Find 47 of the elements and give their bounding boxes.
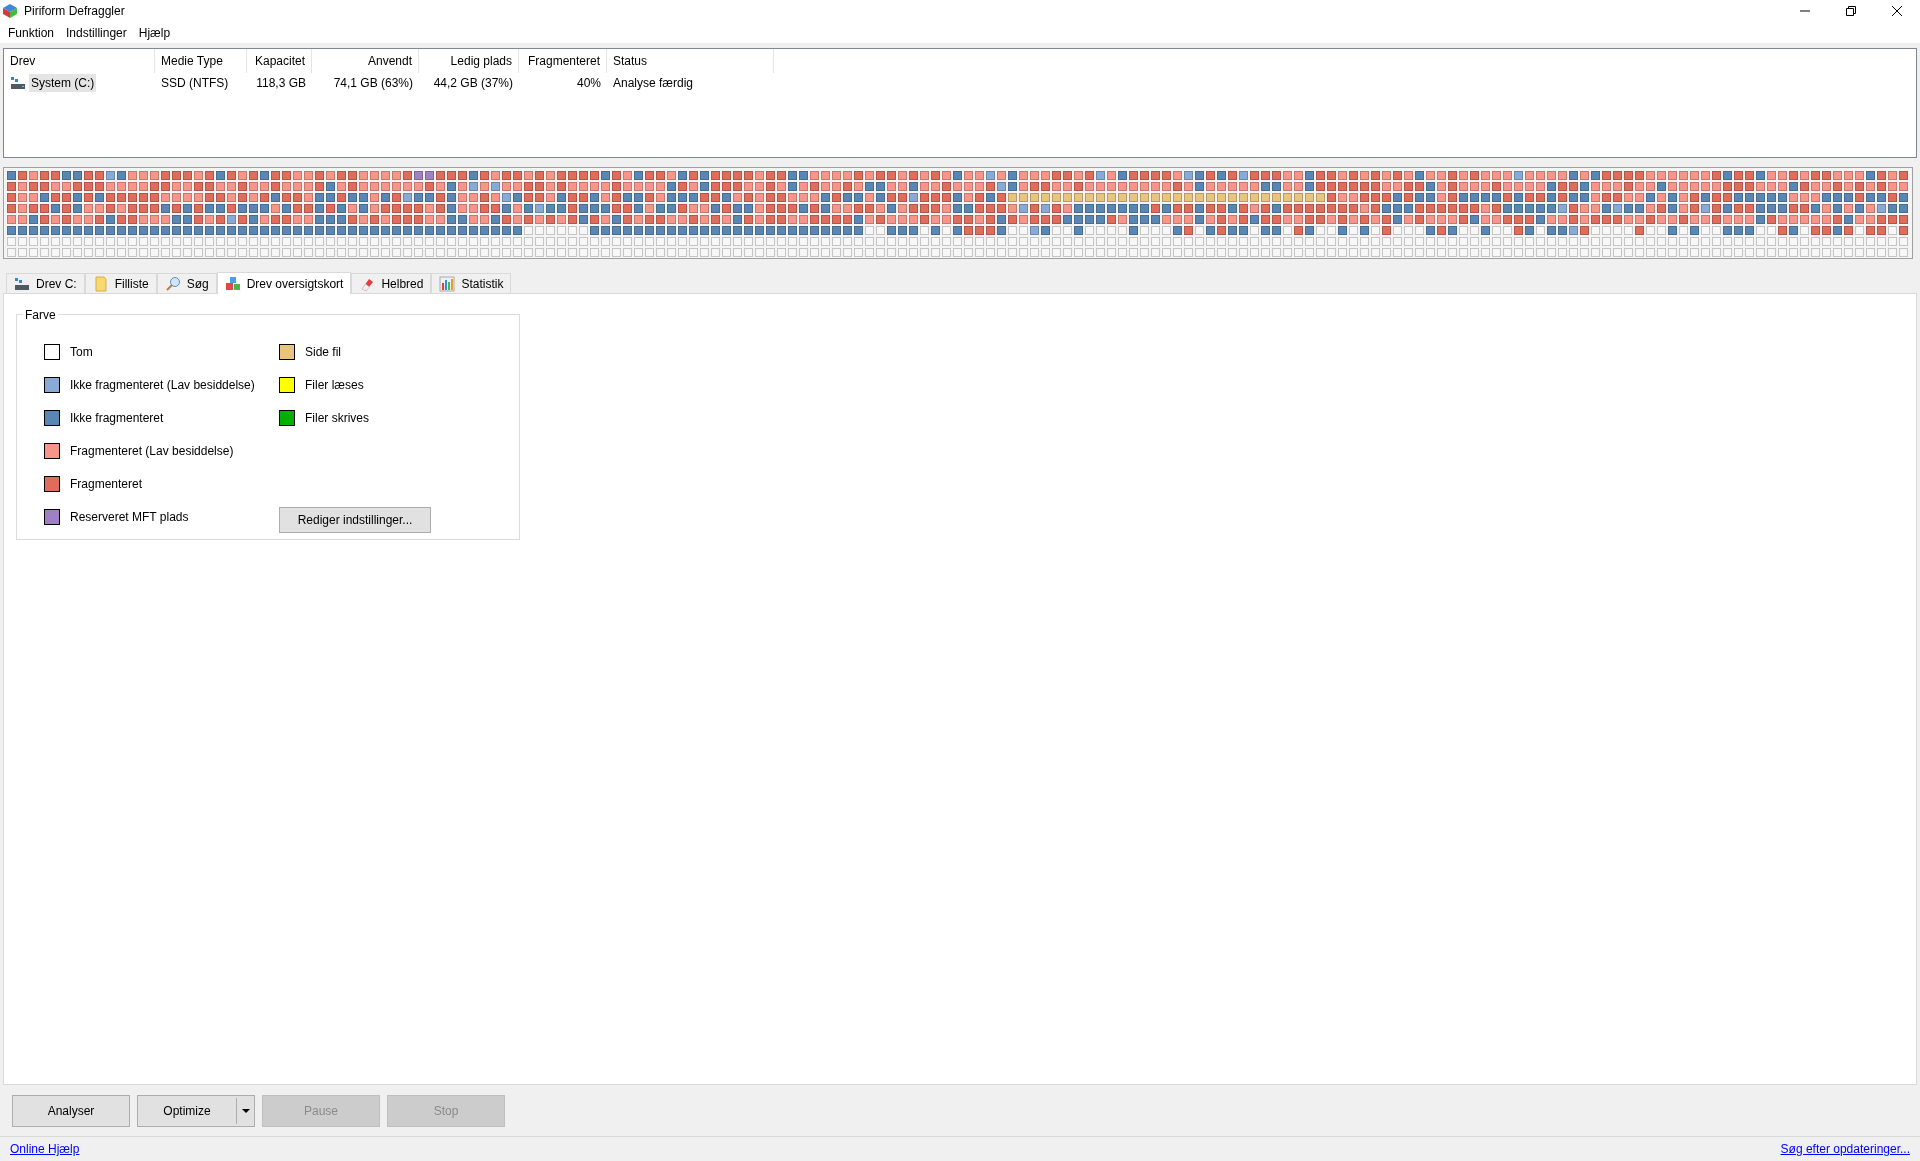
column-header[interactable]: Medie Type [155,49,247,73]
restore-icon[interactable] [1846,6,1856,16]
tab[interactable]: Drev oversigtskort [216,272,352,294]
tab[interactable]: Drev C: [6,273,85,293]
legend-label: Reserveret MFT plads [70,508,189,526]
table-cell-text: 40% [575,75,602,92]
column-header[interactable]: Ledig plads [419,49,519,73]
legend-label: Fragmenteret (Lav besiddelse) [70,442,234,460]
search-icon [164,275,181,292]
legend-label: Ikke fragmenteret [70,409,164,427]
app-logo-icon [2,3,18,19]
table-cell-text: SSD (NTFS) [160,75,230,92]
legend-label: Filer skrives [305,409,369,427]
online-help-link[interactable]: Online Hjælp [10,1140,80,1158]
legend-label: Fragmenteret [70,475,143,493]
legend-label: Filer læses [305,376,364,394]
drive-icon [14,275,30,292]
table-cell-text: 118,3 GB [255,75,307,92]
column-header[interactable]: Status [607,49,774,73]
legend-label: Tom [70,343,93,361]
legend-label: Ikke fragmenteret (Lav besiddelse) [70,376,255,394]
legend-label: Side fil [305,343,342,361]
settings-button[interactable]: Rediger indstillinger... [279,507,431,533]
caret-icon [241,1109,250,1113]
check-updates-link[interactable]: Søg efter opdateringer... [1780,1140,1910,1158]
table-cell-text: Analyse færdig [612,75,695,92]
window-title: Piriform Defraggler [24,3,125,20]
column-header[interactable]: Anvendt [312,49,419,73]
bar-chart-icon [439,275,456,292]
column-header[interactable]: Drev [4,49,155,73]
column-header[interactable]: Fragmenteret [519,49,607,73]
drive-cell[interactable]: System (C:) [4,73,155,93]
column-header[interactable]: Kapacitet [247,49,312,73]
action-button[interactable]: Optimize [137,1095,255,1127]
tab[interactable]: Søg [156,273,217,293]
table-cell-text: 74,1 GB (63%) [332,75,414,92]
menu-item[interactable]: Hjælp [132,22,177,43]
table-cell-text: 44,2 GB (37%) [432,75,514,92]
menu-item[interactable]: Indstillinger [60,22,133,43]
close-icon[interactable] [1892,6,1902,16]
action-button[interactable]: Analyser [12,1095,130,1127]
tab[interactable]: Helbred [351,273,432,293]
blocks-icon [224,275,241,292]
menu-item[interactable]: Funktion [2,22,61,43]
drive-icon [10,75,26,91]
tab[interactable]: Statistik [431,273,512,293]
tab[interactable]: Filliste [84,273,157,293]
